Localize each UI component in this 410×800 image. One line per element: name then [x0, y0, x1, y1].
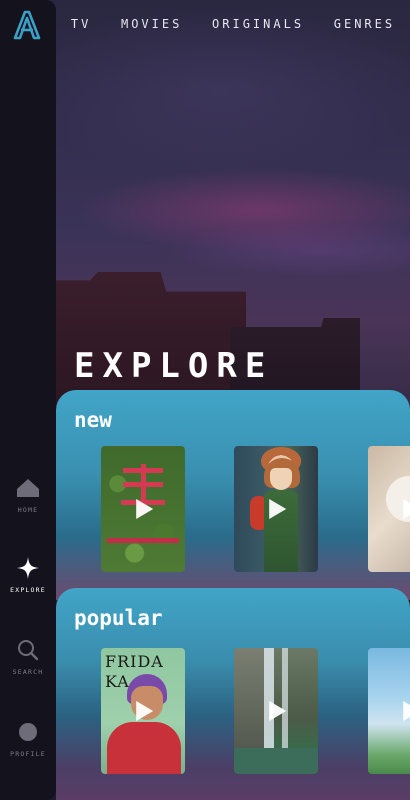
nav-genres[interactable]: GENRES: [334, 17, 395, 31]
waterfall-thumbnail[interactable]: [234, 648, 318, 774]
play-icon[interactable]: [269, 499, 287, 519]
sidebar-item-profile[interactable]: PROFILE: [0, 720, 56, 780]
anime-girl-thumbnail[interactable]: [234, 446, 318, 572]
play-icon[interactable]: [403, 701, 410, 721]
play-icon[interactable]: [136, 499, 154, 519]
nav-tv[interactable]: TV: [71, 17, 91, 31]
shawl-graphic: [107, 722, 181, 774]
frida-poster-thumbnail[interactable]: FRIDA KA: [101, 648, 185, 774]
play-icon[interactable]: [403, 499, 410, 519]
page-title: EXPLORE: [74, 346, 274, 386]
poster-title-line: KA: [105, 672, 130, 691]
nav-originals[interactable]: ORIGINALS: [212, 17, 304, 31]
sidebar-item-explore[interactable]: EXPLORE: [0, 556, 56, 616]
top-nav: TV MOVIES ORIGINALS GENRES: [56, 14, 410, 34]
dog-thumbnail[interactable]: [368, 446, 410, 572]
sidebar-item-label: PROFILE: [10, 750, 46, 758]
shelf-title: new: [74, 408, 112, 432]
sky-thumbnail[interactable]: [368, 648, 410, 774]
play-icon[interactable]: [136, 701, 154, 721]
search-icon: [16, 638, 40, 662]
shelf-popular: popular FRIDA KA: [56, 588, 410, 800]
garden-sign-thumbnail[interactable]: [101, 446, 185, 572]
a-logo-icon[interactable]: [12, 10, 42, 40]
star-sparkle-icon: [16, 556, 40, 580]
poster-title-line: FRIDA: [105, 652, 164, 671]
sidebar-item-label: HOME: [17, 506, 39, 514]
nav-movies[interactable]: MOVIES: [121, 17, 182, 31]
sidebar-item-home[interactable]: HOME: [0, 476, 56, 536]
pool-graphic: [234, 748, 318, 774]
sidebar: HOME EXPLORE SEARCH PROFILE: [0, 0, 56, 800]
ledge-graphic: [107, 538, 179, 543]
profile-icon: [16, 720, 40, 744]
shelf-title: popular: [74, 606, 163, 630]
sidebar-item-label: EXPLORE: [10, 586, 46, 594]
sidebar-item-label: SEARCH: [12, 668, 44, 676]
play-icon[interactable]: [269, 701, 287, 721]
home-icon: [16, 476, 40, 500]
shelf-new: new: [56, 390, 410, 600]
face-graphic: [270, 468, 292, 490]
sidebar-item-search[interactable]: SEARCH: [0, 638, 56, 698]
